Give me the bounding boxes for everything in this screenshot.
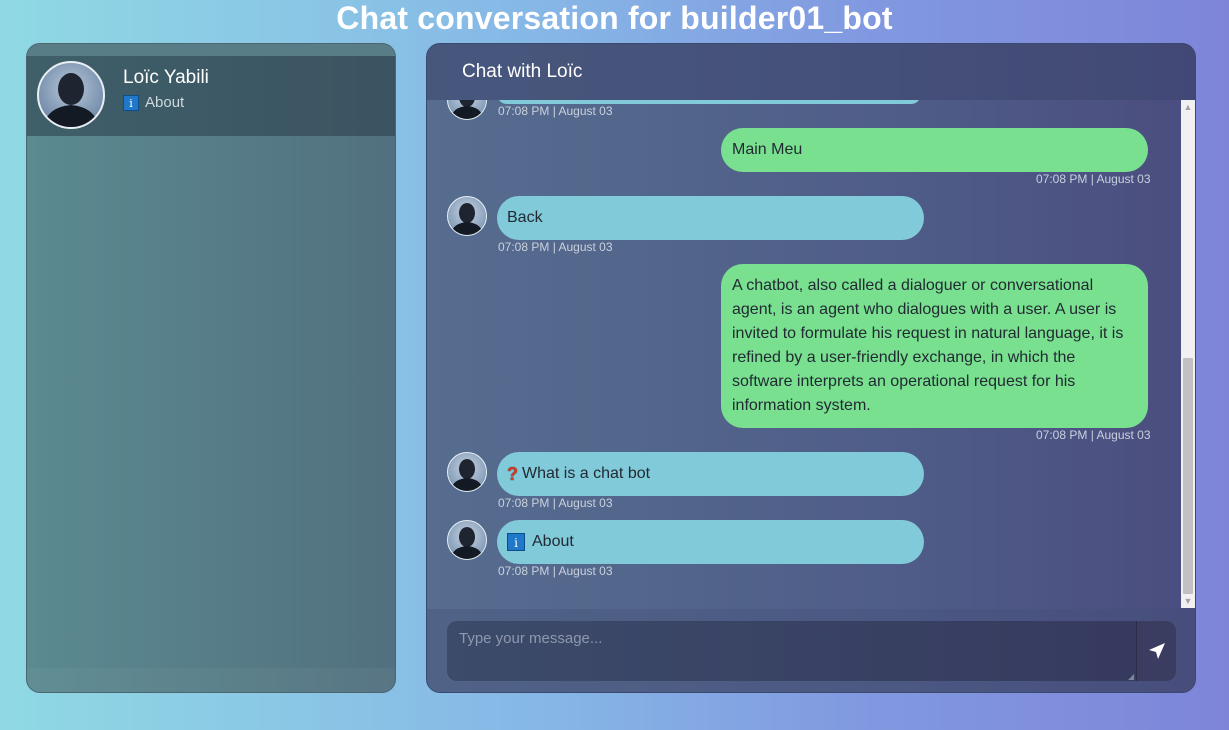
message-timestamp: 07:08 PM | August 03 — [498, 104, 613, 118]
chat-header-title: Chat with Loïc — [462, 61, 583, 82]
contacts-footer — [27, 668, 395, 692]
contacts-panel: Loïc Yabili i About — [26, 43, 396, 693]
message-bubble-bot: Back — [497, 196, 924, 240]
contact-name: Loïc Yabili — [123, 67, 209, 88]
person-silhouette-icon — [450, 527, 484, 559]
messages-scrollbar[interactable]: ▲ ▼ — [1181, 100, 1195, 608]
message-timestamp: 07:08 PM | August 03 — [1036, 428, 1151, 442]
message-timestamp: 07:08 PM | August 03 — [498, 240, 613, 254]
contact-status: i About — [123, 94, 184, 111]
person-silhouette-icon — [43, 73, 99, 127]
message-input[interactable] — [447, 621, 1136, 681]
resize-grip-icon[interactable]: ◢ — [1128, 673, 1136, 681]
bot-avatar — [447, 196, 487, 236]
bot-avatar — [447, 100, 487, 120]
scroll-thumb[interactable] — [1183, 358, 1193, 594]
person-silhouette-icon — [450, 459, 484, 491]
contact-item[interactable]: Loïc Yabili i About — [27, 56, 395, 136]
contacts-top-strip — [27, 44, 395, 56]
message-timestamp: 07:08 PM | August 03 — [498, 496, 613, 510]
message-timestamp: 07:08 PM | August 03 — [1036, 172, 1151, 186]
page-title: Chat conversation for builder01_bot — [336, 0, 893, 36]
bot-avatar — [447, 452, 487, 492]
message-bubble-user: Main Meu — [721, 128, 1148, 172]
info-icon: i — [507, 533, 525, 551]
info-icon: i — [123, 94, 139, 111]
message-bubble-user: A chatbot, also called a dialoguer or co… — [721, 264, 1148, 428]
bot-avatar — [447, 520, 487, 560]
messages-area[interactable]: 07:08 PM | August 03 Main Meu 07:08 PM |… — [427, 100, 1183, 609]
person-silhouette-icon — [450, 203, 484, 235]
scroll-up-arrow-icon[interactable]: ▲ — [1181, 100, 1195, 114]
send-paper-plane-icon — [1148, 643, 1165, 659]
question-mark-icon: ? — [507, 463, 518, 484]
chat-header: Chat with Loïc — [427, 44, 1195, 100]
contact-avatar — [37, 61, 105, 129]
input-bar: ◢ — [427, 609, 1195, 692]
chat-panel: Chat with Loïc 07:08 PM | August 03 Main… — [426, 43, 1196, 693]
send-button[interactable] — [1136, 621, 1176, 681]
person-silhouette-icon — [450, 100, 484, 119]
message-bubble-bot: i About — [497, 520, 924, 564]
message-bubble-bot: ? What is a chat bot — [497, 452, 924, 496]
message-timestamp: 07:08 PM | August 03 — [498, 564, 613, 578]
contact-status-text: About — [145, 94, 185, 111]
scroll-down-arrow-icon[interactable]: ▼ — [1181, 594, 1195, 608]
